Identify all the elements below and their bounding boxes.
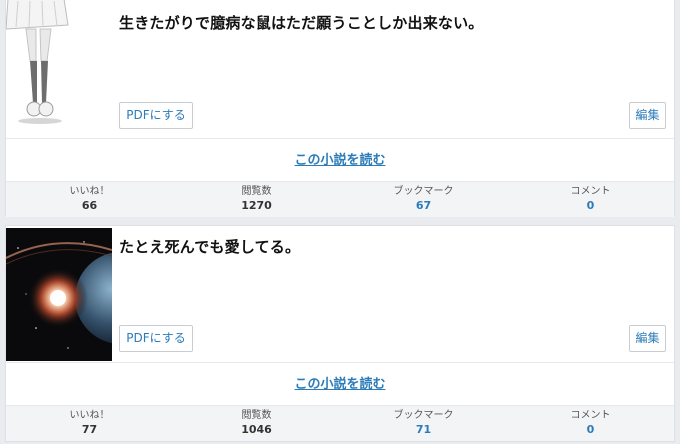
comments-count[interactable]: 0 — [507, 422, 674, 437]
novel-card: たとえ死んでも愛してる。 PDFにする 編集 この小説を読む いいね！ 77 閲… — [5, 225, 675, 442]
girl-legs-illustration-icon — [6, 0, 112, 137]
pdf-button[interactable]: PDFにする — [119, 325, 193, 352]
stat-likes: いいね！ 77 — [6, 406, 173, 441]
stats-bar: いいね！ 77 閲覧数 1046 ブックマーク 71 コメント 0 — [6, 405, 674, 441]
bookmarks-count[interactable]: 71 — [340, 422, 507, 437]
read-novel-link[interactable]: この小説を読む — [294, 149, 385, 168]
stat-bookmarks: ブックマーク 71 — [340, 406, 507, 441]
read-row: この小説を読む — [6, 362, 674, 405]
novel-title[interactable]: 生きたがりで臆病な鼠はただ願うことしか出来ない。 — [119, 12, 484, 33]
stat-views: 閲覧数 1046 — [173, 406, 340, 441]
edit-button[interactable]: 編集 — [629, 325, 666, 352]
stat-label: ブックマーク — [393, 410, 454, 421]
stat-label: 閲覧数 — [241, 186, 272, 197]
stats-bar: いいね！ 66 閲覧数 1270 ブックマーク 67 コメント 0 — [6, 181, 674, 217]
stat-comments: コメント 0 — [507, 406, 674, 441]
stat-likes: いいね！ 66 — [6, 182, 173, 217]
read-novel-link[interactable]: この小説を読む — [294, 373, 385, 392]
stat-label: コメント — [570, 410, 611, 421]
stat-label: 閲覧数 — [241, 410, 272, 421]
stat-bookmarks: ブックマーク 67 — [340, 182, 507, 217]
likes-count: 66 — [81, 199, 98, 212]
stat-label: いいね！ — [69, 410, 110, 421]
likes-count: 77 — [81, 423, 98, 436]
stat-label: いいね！ — [69, 186, 110, 197]
novel-thumbnail[interactable] — [6, 0, 112, 137]
stat-label: ブックマーク — [393, 186, 454, 197]
stat-label: コメント — [570, 186, 611, 197]
comments-count[interactable]: 0 — [507, 198, 674, 213]
novel-thumbnail[interactable] — [6, 228, 112, 361]
views-count: 1270 — [241, 199, 272, 212]
novel-card: 生きたがりで臆病な鼠はただ願うことしか出来ない。 PDFにする 編集 この小説を… — [5, 0, 675, 217]
edit-button[interactable]: 編集 — [629, 102, 666, 129]
stat-comments: コメント 0 — [507, 182, 674, 217]
stat-views: 閲覧数 1270 — [173, 182, 340, 217]
novel-title[interactable]: たとえ死んでも愛してる。 — [119, 236, 300, 257]
bookmarks-count[interactable]: 67 — [340, 198, 507, 213]
pdf-button[interactable]: PDFにする — [119, 102, 193, 129]
space-planet-illustration-icon — [6, 228, 112, 361]
views-count: 1046 — [241, 423, 272, 436]
read-row: この小説を読む — [6, 138, 674, 181]
